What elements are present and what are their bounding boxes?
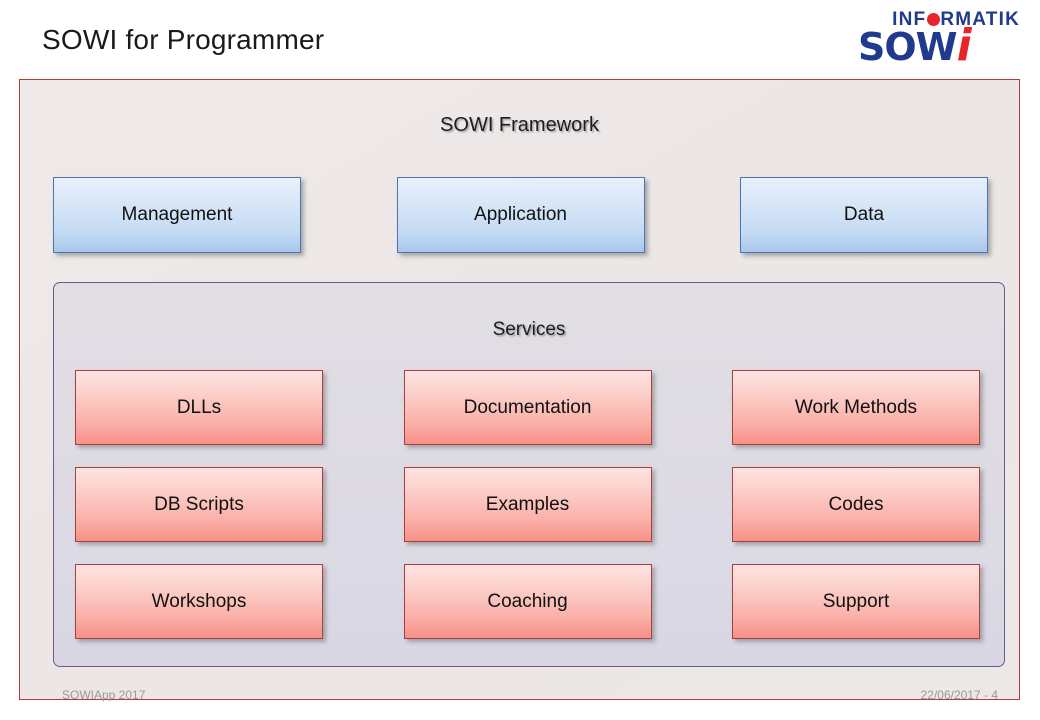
service-box-codes[interactable]: Codes — [732, 467, 980, 542]
service-box-workshops[interactable]: Workshops — [75, 564, 323, 639]
service-box-label: Work Methods — [794, 396, 918, 418]
services-grid: DLLs Documentation Work Methods DB Scrip… — [75, 370, 980, 639]
layer-box-data[interactable]: Data — [740, 177, 988, 253]
services-panel: Services DLLs Documentation Work Methods… — [53, 282, 1005, 667]
page-title: SOWI for Programmer — [42, 24, 325, 55]
layer-box-application[interactable]: Application — [396, 177, 645, 253]
service-box-dlls[interactable]: DLLs — [75, 370, 323, 445]
service-box-label: Codes — [828, 493, 884, 515]
logo-sowi-accent: i — [956, 20, 972, 71]
service-box-label: Coaching — [487, 590, 568, 612]
service-box-label: DLLs — [176, 396, 222, 418]
footer-right-text: 22/06/2017 - 4 — [920, 688, 998, 702]
services-grid-row: DB Scripts Examples Codes — [75, 467, 980, 542]
service-box-label: Support — [822, 590, 890, 612]
service-box-examples[interactable]: Examples — [403, 467, 652, 542]
service-box-support[interactable]: Support — [732, 564, 980, 639]
services-grid-row: Workshops Coaching Support — [75, 564, 980, 639]
framework-layer-row: Management Application Data — [53, 177, 988, 253]
service-box-label: Documentation — [463, 396, 592, 418]
service-box-label: Workshops — [151, 590, 247, 612]
service-box-label: DB Scripts — [154, 493, 244, 515]
services-title: Services — [492, 319, 566, 340]
service-box-work-methods[interactable]: Work Methods — [732, 370, 980, 445]
layer-box-label: Data — [843, 204, 885, 225]
logo-sowi-main: SOW — [858, 25, 958, 69]
service-box-label: Examples — [485, 493, 570, 515]
logo-sowi-text: SOWi — [858, 24, 972, 69]
layer-box-label: Application — [474, 204, 567, 225]
layer-box-label: Management — [121, 204, 233, 225]
layer-box-management[interactable]: Management — [53, 177, 301, 253]
service-box-documentation[interactable]: Documentation — [403, 370, 652, 445]
sowi-framework-panel: SOWI Framework Management Application Da… — [19, 79, 1020, 700]
framework-title: SOWI Framework — [440, 114, 599, 136]
services-grid-row: DLLs Documentation Work Methods — [75, 370, 980, 445]
service-box-coaching[interactable]: Coaching — [403, 564, 652, 639]
sowi-informatik-logo: INF RMATIK SOWi — [850, 8, 1022, 69]
service-box-db-scripts[interactable]: DB Scripts — [75, 467, 323, 542]
footer-left-text: SOWIApp 2017 — [62, 688, 146, 702]
